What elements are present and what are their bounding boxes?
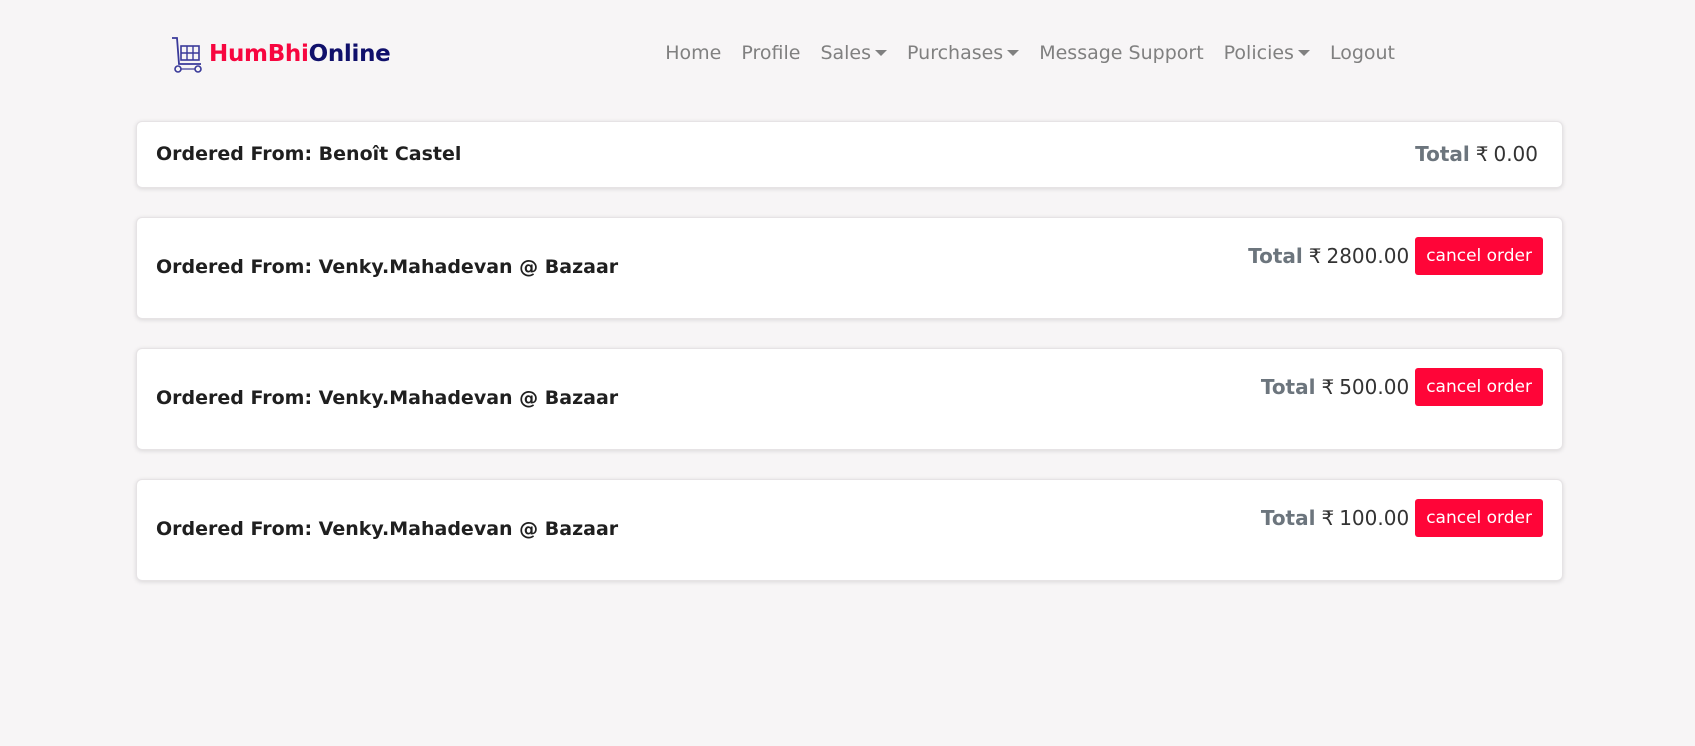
brand-name-part2: Online	[308, 41, 391, 67]
nav-purchases-dropdown[interactable]: Purchases	[897, 38, 1029, 68]
order-from-label: Ordered From: Benoît Castel	[156, 143, 462, 165]
nav-logout[interactable]: Logout	[1320, 38, 1405, 68]
order-card: Ordered From: Benoît Castel Total ₹ 0.00	[136, 121, 1563, 188]
cart-icon	[172, 37, 202, 73]
order-from-label: Ordered From: Venky.Mahadevan @ Bazaar	[156, 256, 619, 278]
order-total: Total ₹ 0.00	[1415, 142, 1538, 166]
caret-down-icon	[1297, 50, 1310, 56]
nav-home[interactable]: Home	[655, 38, 731, 68]
order-amount: 2800.00	[1326, 244, 1410, 268]
order-from-label: Ordered From: Venky.Mahadevan @ Bazaar	[156, 387, 619, 409]
order-card: Ordered From: Venky.Mahadevan @ Bazaar T…	[136, 217, 1563, 319]
brand-name: HumBhiOnline	[209, 41, 391, 67]
order-amount: 100.00	[1339, 506, 1410, 530]
nav-home-label: Home	[665, 42, 722, 64]
total-label: Total	[1260, 375, 1316, 399]
order-total: Total ₹ 100.00 cancel order	[1261, 499, 1543, 537]
order-total: Total ₹ 500.00 cancel order	[1261, 368, 1543, 406]
total-label: Total	[1260, 506, 1316, 530]
order-card: Ordered From: Venky.Mahadevan @ Bazaar T…	[136, 348, 1563, 450]
nav-logout-label: Logout	[1329, 42, 1395, 64]
nav-message-support-label: Message Support	[1039, 42, 1204, 64]
cancel-order-button[interactable]: cancel order	[1415, 499, 1543, 537]
nav-sales-dropdown[interactable]: Sales	[810, 38, 897, 68]
currency-symbol: ₹	[1308, 244, 1322, 268]
brand-name-part1: HumBhi	[209, 41, 309, 67]
total-label: Total	[1248, 244, 1303, 268]
caret-down-icon	[1007, 50, 1020, 56]
nav-profile-label: Profile	[741, 42, 801, 64]
order-card: Ordered From: Venky.Mahadevan @ Bazaar T…	[136, 479, 1563, 581]
currency-symbol: ₹	[1321, 506, 1335, 530]
order-amount: 500.00	[1339, 375, 1410, 399]
nav-policies-dropdown[interactable]: Policies	[1214, 38, 1320, 68]
cancel-order-button[interactable]: cancel order	[1415, 368, 1543, 406]
currency-symbol: ₹	[1475, 142, 1489, 166]
currency-symbol: ₹	[1321, 375, 1335, 399]
top-navbar: HumBhiOnline Home Profile Sales Purchase…	[0, 0, 1695, 108]
nav-sales-label: Sales	[820, 42, 872, 64]
order-amount: 0.00	[1493, 142, 1538, 166]
nav-purchases-label: Purchases	[907, 42, 1004, 64]
nav-message-support[interactable]: Message Support	[1029, 38, 1213, 68]
nav-profile[interactable]: Profile	[731, 38, 810, 68]
order-total: Total ₹ 2800.00 cancel order	[1248, 237, 1543, 275]
brand-logo-link[interactable]: HumBhiOnline	[170, 34, 391, 74]
nav-policies-label: Policies	[1223, 42, 1294, 64]
total-label: Total	[1415, 142, 1470, 166]
cancel-order-button[interactable]: cancel order	[1415, 237, 1543, 275]
caret-down-icon	[875, 50, 888, 56]
main-nav: Home Profile Sales Purchases Message Sup…	[655, 38, 1405, 68]
order-from-label: Ordered From: Venky.Mahadevan @ Bazaar	[156, 518, 619, 540]
